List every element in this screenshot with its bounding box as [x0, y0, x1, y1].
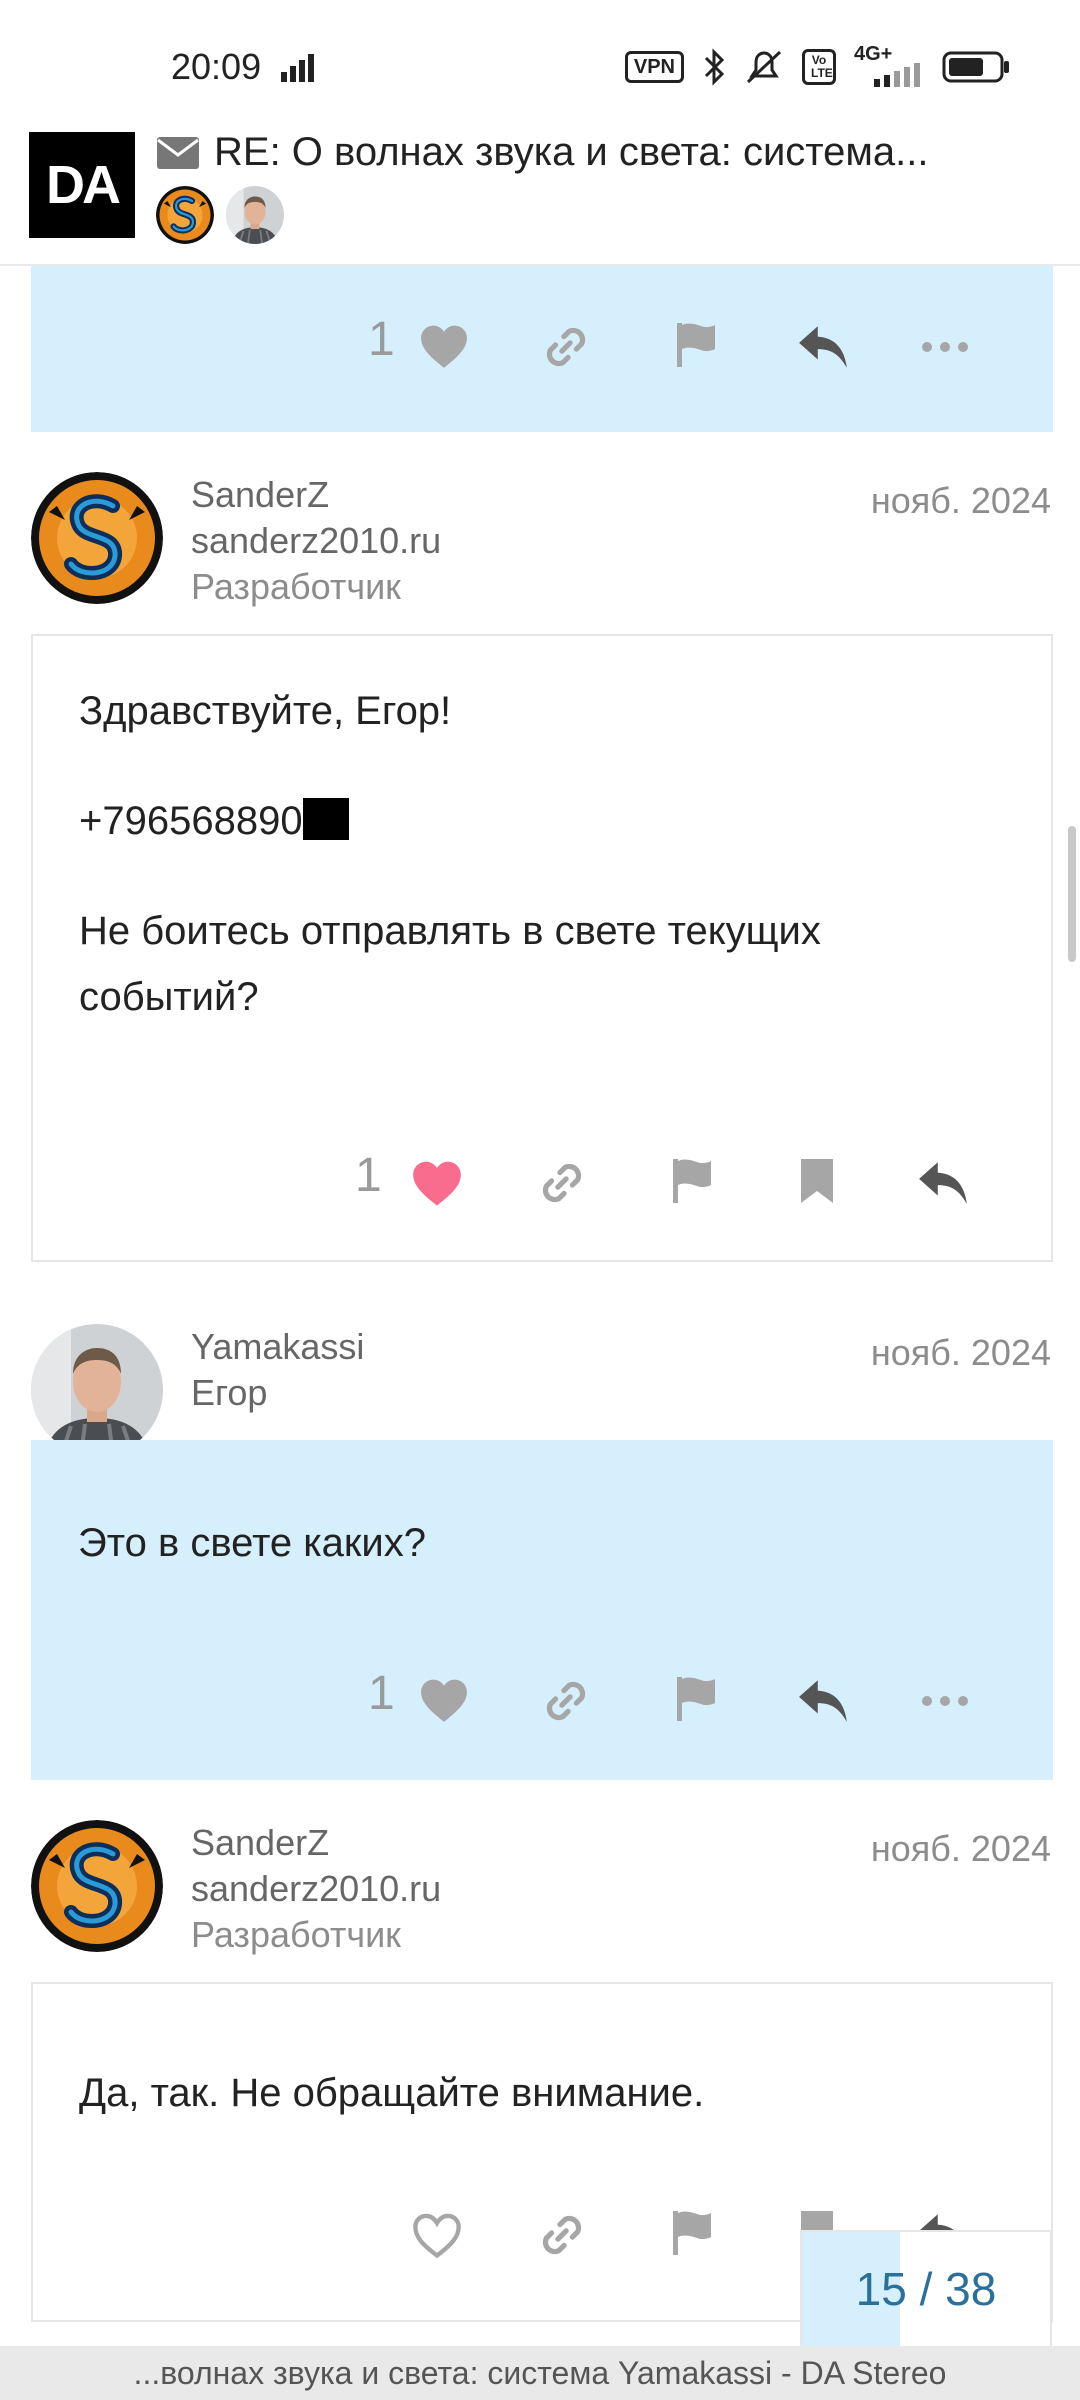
like-count: 1: [368, 1667, 395, 1720]
reply-icon[interactable]: [917, 1158, 971, 1208]
status-time: 20:09: [171, 46, 262, 87]
post-text-line: событий?: [79, 975, 259, 1019]
post-header: SanderZ sanderz2010.ru Разработчик нояб.…: [0, 458, 1080, 608]
topic-title[interactable]: RE: О волнах звука и света: система...: [214, 130, 929, 175]
topic-title-row[interactable]: RE: О волнах звука и света: система...: [156, 130, 1060, 175]
phone-number: +796568890: [79, 799, 303, 843]
participants: [156, 186, 284, 244]
redaction-block: [302, 798, 349, 840]
flag-icon[interactable]: [667, 1156, 715, 1206]
avatar[interactable]: [31, 1820, 163, 1952]
post-text-line: Не боитесь отправлять в свете текущих: [79, 909, 821, 953]
reply-icon[interactable]: [797, 1676, 851, 1726]
bluetooth-icon: [704, 48, 725, 86]
link-icon[interactable]: [537, 1158, 587, 1208]
user-role: Разработчик: [191, 1914, 401, 1955]
post-date[interactable]: нояб. 2024: [871, 1332, 1051, 1374]
like-icon[interactable]: [419, 324, 469, 370]
post-date[interactable]: нояб. 2024: [871, 1828, 1051, 1870]
envelope-icon: [156, 136, 200, 170]
avatar[interactable]: [31, 472, 163, 604]
reply-icon[interactable]: [797, 322, 851, 372]
post-text: Это в свете каких?: [78, 1521, 427, 1565]
liked-heart-icon[interactable]: [411, 1160, 463, 1208]
post-highlighted-1: 1: [31, 266, 1053, 432]
post-text-line: Здравствуйте, Егор!: [79, 689, 452, 733]
browser-title-bar: ...волнах звука и света: система Yamakas…: [0, 2346, 1080, 2400]
link-icon[interactable]: [541, 322, 591, 372]
username[interactable]: SanderZ: [191, 1822, 329, 1864]
progress-label: 15 / 38: [855, 2263, 997, 2315]
post-date[interactable]: нояб. 2024: [871, 480, 1051, 522]
post-text-line: +796568890: [79, 788, 349, 854]
like-icon[interactable]: [419, 1678, 469, 1724]
username[interactable]: SanderZ: [191, 474, 329, 516]
flag-icon[interactable]: [671, 1674, 719, 1724]
like-count: 1: [355, 1149, 382, 1202]
user-role: Разработчик: [191, 566, 401, 607]
link-icon[interactable]: [541, 1676, 591, 1726]
user-title: sanderz2010.ru: [191, 520, 442, 561]
cell-signal-icon: [874, 63, 920, 87]
like-outline-icon[interactable]: [411, 2212, 463, 2260]
site-logo[interactable]: DA: [29, 132, 135, 238]
flag-icon[interactable]: [671, 320, 719, 370]
topic-header: DA RE: О волнах звука и света: система..…: [0, 120, 1080, 266]
mute-bell-icon: [746, 50, 782, 84]
status-bar: 20:09 VPN Vo LTE 4G+: [0, 0, 1080, 120]
participant-avatar-yamakassi[interactable]: [226, 186, 284, 244]
post-card: Здравствуйте, Егор! +796568890 Не боитес…: [31, 634, 1053, 1262]
signal-icon: [281, 54, 314, 82]
vpn-icon: VPN: [624, 51, 684, 83]
volte-icon: Vo LTE: [802, 49, 836, 85]
post-highlighted-body: Это в свете каких? 1: [31, 1440, 1053, 1780]
bookmark-icon[interactable]: [797, 1156, 837, 1206]
status-icons: VPN Vo LTE 4G+: [624, 43, 1012, 87]
avatar[interactable]: [31, 1324, 163, 1456]
more-icon[interactable]: [921, 340, 969, 354]
username[interactable]: Yamakassi: [191, 1326, 364, 1368]
user-full-name: Егор: [191, 1372, 268, 1413]
more-icon[interactable]: [921, 1694, 969, 1708]
participant-avatar-sanderz[interactable]: [156, 186, 214, 244]
post-header: Yamakassi Егор нояб. 2024: [0, 1310, 1080, 1460]
post-header: SanderZ sanderz2010.ru Разработчик нояб.…: [0, 1806, 1080, 1956]
topic-progress[interactable]: 15 / 38: [800, 2230, 1052, 2348]
battery-icon: [942, 51, 1009, 83]
network-indicator: 4G+: [854, 43, 924, 87]
user-title: sanderz2010.ru: [191, 1868, 442, 1909]
scrollbar-thumb[interactable]: [1068, 826, 1076, 962]
post-text: Да, так. Не обращайте внимание.: [79, 2071, 705, 2115]
like-count: 1: [368, 313, 395, 366]
flag-icon[interactable]: [667, 2208, 715, 2258]
link-icon[interactable]: [537, 2210, 587, 2260]
